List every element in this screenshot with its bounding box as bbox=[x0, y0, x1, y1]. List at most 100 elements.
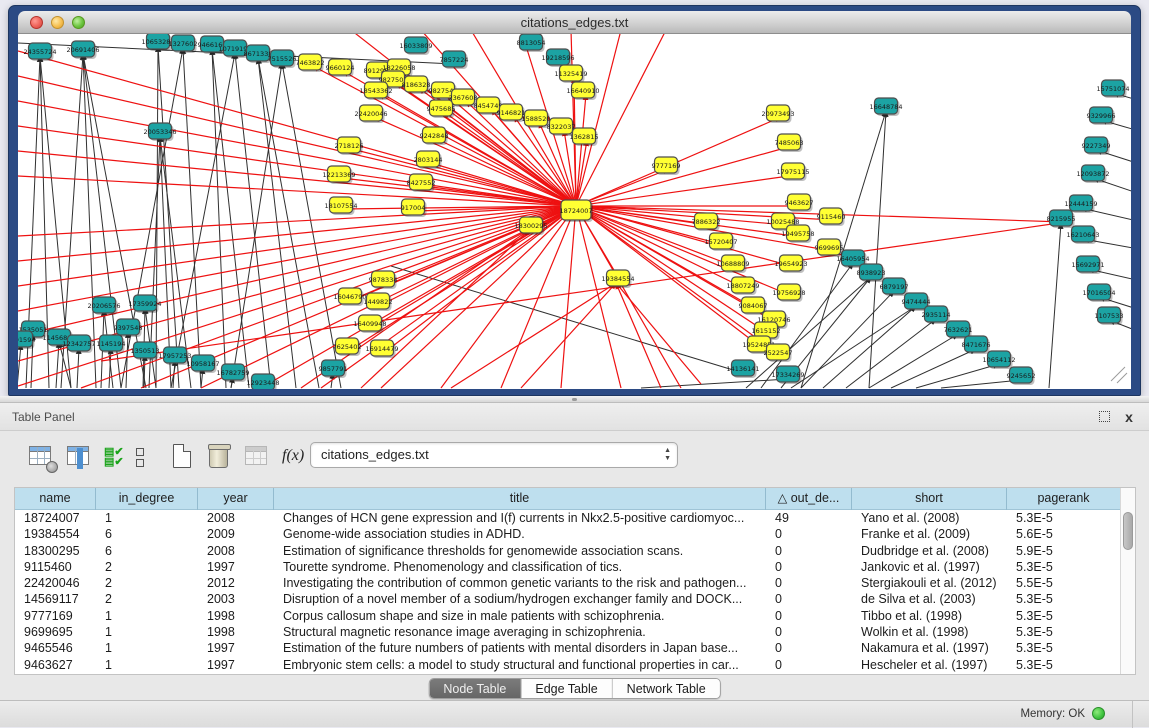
citation-edge[interactable] bbox=[916, 364, 999, 388]
table-row[interactable]: 1872400712008Changes of HCN gene express… bbox=[15, 510, 1135, 526]
citation-edge[interactable] bbox=[18, 344, 21, 388]
cell-title[interactable]: Genome-wide association studies in ADHD. bbox=[274, 526, 766, 542]
select-rows-button[interactable]: ▤✔▤✔ bbox=[104, 447, 132, 475]
table-selector-dropdown[interactable]: citations_edges.txt ▲▼ bbox=[310, 442, 678, 468]
cell-in_degree[interactable]: 1 bbox=[96, 510, 198, 526]
cell-name[interactable]: 19384554 bbox=[15, 526, 96, 542]
cell-name[interactable]: 18724007 bbox=[15, 510, 96, 526]
selected-edge[interactable] bbox=[101, 223, 1059, 361]
column-header-title[interactable]: title bbox=[274, 488, 766, 510]
cell-out_de[interactable]: 0 bbox=[766, 608, 852, 624]
scrollbar-thumb[interactable] bbox=[1123, 512, 1133, 550]
cell-name[interactable]: 22420046 bbox=[15, 575, 96, 591]
tab-network-table[interactable]: Network Table bbox=[613, 679, 720, 698]
selected-edge[interactable] bbox=[576, 175, 796, 206]
selected-edge[interactable] bbox=[18, 151, 576, 206]
tab-node-table[interactable]: Node Table bbox=[429, 679, 521, 698]
table-row[interactable]: 946362711997Embryonic stem cells: a mode… bbox=[15, 657, 1135, 673]
panel-splitter[interactable] bbox=[0, 396, 1149, 403]
table-row[interactable]: 977716911998Corpus callosum shape and si… bbox=[15, 608, 1135, 624]
selected-edge[interactable] bbox=[616, 283, 661, 388]
splitter-handle[interactable] bbox=[572, 398, 577, 401]
cell-short[interactable]: Stergiakouli et al. (2012) bbox=[852, 575, 1007, 591]
table-row[interactable]: 1456911722003Disruption of a novel membe… bbox=[15, 591, 1135, 607]
cell-in_degree[interactable]: 1 bbox=[96, 624, 198, 640]
cell-out_de[interactable]: 0 bbox=[766, 559, 852, 575]
row-height-button[interactable] bbox=[136, 448, 164, 476]
table-settings-button[interactable] bbox=[28, 443, 56, 471]
cell-in_degree[interactable]: 6 bbox=[96, 543, 198, 559]
cell-year[interactable]: 2009 bbox=[198, 526, 274, 542]
citation-edge[interactable] bbox=[171, 53, 235, 388]
cell-year[interactable]: 2012 bbox=[198, 575, 274, 591]
selected-edge[interactable] bbox=[576, 34, 621, 206]
cell-short[interactable]: Nakamura et al. (1997) bbox=[852, 640, 1007, 656]
table-row[interactable]: 946554611997Estimation of the future num… bbox=[15, 640, 1135, 656]
delete-rows-button[interactable] bbox=[206, 443, 234, 471]
cell-title[interactable]: Tourette syndrome. Phenomenology and cla… bbox=[274, 559, 766, 575]
selected-edge[interactable] bbox=[561, 206, 576, 388]
cell-pagerank[interactable]: 5.5E-5 bbox=[1007, 575, 1121, 591]
selected-edge[interactable] bbox=[381, 206, 576, 305]
cell-title[interactable]: Embryonic stem cells: a model to study s… bbox=[274, 657, 766, 673]
table-row[interactable]: 969969511998Structural magnetic resonanc… bbox=[15, 624, 1135, 640]
cell-pagerank[interactable]: 5.3E-5 bbox=[1007, 608, 1121, 624]
cell-year[interactable]: 1997 bbox=[198, 640, 274, 656]
selected-edge[interactable] bbox=[576, 206, 794, 267]
table-row[interactable]: 1830029562008Estimation of significance … bbox=[15, 543, 1135, 559]
float-panel-icon[interactable] bbox=[1097, 409, 1113, 425]
cell-title[interactable]: Structural magnetic resonance image aver… bbox=[274, 624, 766, 640]
cell-title[interactable]: Changes of HCN gene expression and I(f) … bbox=[274, 510, 766, 526]
citation-edge[interactable] bbox=[846, 319, 936, 388]
cell-out_de[interactable]: 0 bbox=[766, 624, 852, 640]
cell-year[interactable]: 1998 bbox=[198, 608, 274, 624]
cell-year[interactable]: 1997 bbox=[198, 559, 274, 575]
cell-pagerank[interactable]: 5.3E-5 bbox=[1007, 591, 1121, 607]
cell-out_de[interactable]: 0 bbox=[766, 657, 852, 673]
memory-ok-indicator[interactable] bbox=[1092, 707, 1105, 720]
column-header-short[interactable]: short bbox=[852, 488, 1007, 510]
column-header-in_degree[interactable]: in_degree bbox=[96, 488, 198, 510]
cell-year[interactable]: 1998 bbox=[198, 624, 274, 640]
cell-in_degree[interactable]: 1 bbox=[96, 657, 198, 673]
selected-edge[interactable] bbox=[18, 206, 576, 336]
cell-pagerank[interactable]: 5.3E-5 bbox=[1007, 657, 1121, 673]
cell-pagerank[interactable]: 5.6E-5 bbox=[1007, 526, 1121, 542]
cell-in_degree[interactable]: 1 bbox=[96, 640, 198, 656]
cell-pagerank[interactable]: 5.9E-5 bbox=[1007, 543, 1121, 559]
column-header-name[interactable]: name bbox=[15, 488, 96, 510]
cell-out_de[interactable]: 0 bbox=[766, 591, 852, 607]
citation-edge[interactable] bbox=[791, 306, 916, 388]
cell-pagerank[interactable]: 5.3E-5 bbox=[1007, 624, 1121, 640]
cell-short[interactable]: Dudbridge et al. (2008) bbox=[852, 543, 1007, 559]
table-row[interactable]: 1938455462009Genome-wide association stu… bbox=[15, 526, 1135, 542]
cell-year[interactable]: 1997 bbox=[198, 657, 274, 673]
cell-title[interactable]: Corpus callosum shape and size in male p… bbox=[274, 608, 766, 624]
cell-short[interactable]: Jankovic et al. (1997) bbox=[852, 559, 1007, 575]
citation-edge[interactable] bbox=[641, 379, 788, 388]
cell-name[interactable]: 14569117 bbox=[15, 591, 96, 607]
column-header-out_de[interactable]: △ out_de... bbox=[766, 488, 852, 510]
selected-edge[interactable] bbox=[18, 176, 576, 206]
canvas-corner-grip[interactable] bbox=[1111, 367, 1125, 381]
cell-out_de[interactable]: 0 bbox=[766, 575, 852, 591]
cell-pagerank[interactable]: 5.3E-5 bbox=[1007, 640, 1121, 656]
new-file-button[interactable] bbox=[170, 443, 198, 471]
cell-title[interactable]: Investigating the contribution of common… bbox=[274, 575, 766, 591]
citation-edge[interactable] bbox=[1049, 223, 1061, 388]
window-titlebar[interactable]: citations_edges.txt bbox=[18, 11, 1131, 34]
cell-title[interactable]: Estimation of the future numbers of pati… bbox=[274, 640, 766, 656]
cell-out_de[interactable]: 0 bbox=[766, 640, 852, 656]
column-header-year[interactable]: year bbox=[198, 488, 274, 510]
cell-year[interactable]: 2008 bbox=[198, 510, 274, 526]
selected-edge[interactable] bbox=[18, 51, 576, 206]
citation-edge[interactable] bbox=[891, 349, 976, 388]
cell-name[interactable]: 9463627 bbox=[15, 657, 96, 673]
cell-short[interactable]: Yano et al. (2008) bbox=[852, 510, 1007, 526]
vertical-scrollbar[interactable] bbox=[1120, 488, 1135, 674]
cell-year[interactable]: 2008 bbox=[198, 543, 274, 559]
cell-title[interactable]: Estimation of significance thresholds fo… bbox=[274, 543, 766, 559]
table-row[interactable]: 911546021997Tourette syndrome. Phenomeno… bbox=[15, 559, 1135, 575]
cell-name[interactable]: 9777169 bbox=[15, 608, 96, 624]
cell-name[interactable]: 9699695 bbox=[15, 624, 96, 640]
